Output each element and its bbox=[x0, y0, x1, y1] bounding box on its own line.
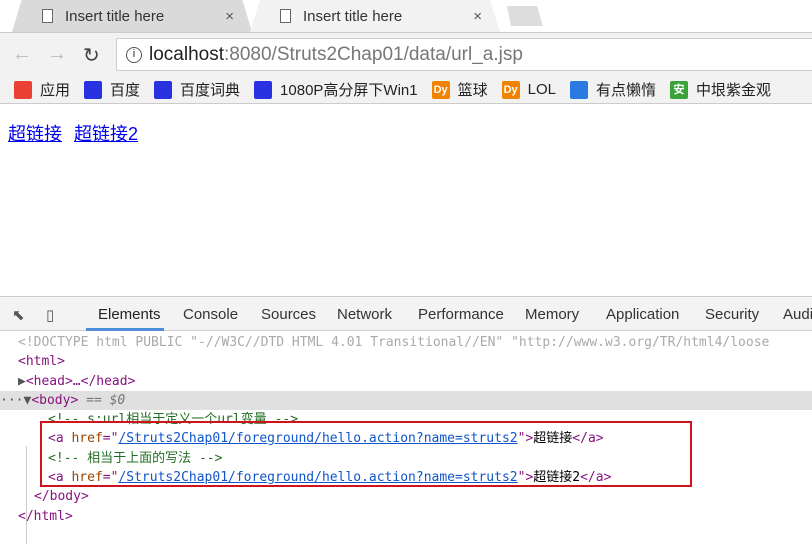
active-tab-indicator bbox=[86, 328, 164, 331]
bookmark-item[interactable]: Dy 篮球 bbox=[431, 79, 488, 100]
document-icon bbox=[42, 9, 53, 23]
bookmark-item[interactable]: 有点懒惰 bbox=[569, 79, 656, 100]
tab-title: Insert title here bbox=[303, 7, 403, 25]
bookmark-item[interactable]: 应用 bbox=[14, 79, 70, 100]
highlight-box bbox=[40, 421, 692, 487]
bookmarks-bar: 应用 百度 百度词典 1080P高分屏下Win1 Dy 篮球 Dy LOL 有点懒惰安中垠紫金观 bbox=[0, 76, 812, 104]
doctype-line[interactable]: <!DOCTYPE html PUBLIC "-//W3C//DTD HTML … bbox=[18, 333, 812, 352]
expand-triangle-icon[interactable]: ▶ bbox=[18, 374, 26, 389]
bookmark-label: 篮球 bbox=[457, 82, 488, 99]
close-tab-icon[interactable]: × bbox=[473, 8, 482, 25]
devtools-tab-sources[interactable]: Sources bbox=[261, 306, 316, 323]
bookmark-item[interactable]: 百度 bbox=[84, 79, 140, 100]
bookmark-label: 有点懒惰 bbox=[595, 82, 656, 99]
circle-icon bbox=[569, 80, 588, 99]
devtools-tab-audi[interactable]: Audi bbox=[783, 306, 812, 323]
devtools-tab-elements[interactable]: Elements bbox=[98, 306, 161, 323]
document-icon bbox=[280, 9, 291, 23]
dy-icon: Dy bbox=[431, 80, 450, 99]
devtools-tab-application[interactable]: Application bbox=[606, 306, 679, 323]
tab-strip: Insert title here × Insert title here × bbox=[0, 0, 812, 32]
tab-title: Insert title here bbox=[65, 7, 165, 25]
bookmark-label: 中垠紫金观 bbox=[696, 82, 772, 99]
body-close-line[interactable]: </body> bbox=[34, 487, 812, 506]
bookmark-item[interactable]: 百度词典 bbox=[154, 79, 240, 100]
tree-guide bbox=[26, 446, 27, 544]
bookmark-label: 1080P高分屏下Win1 bbox=[280, 82, 418, 99]
devtools-panel: ⬉ ▯ Elements Console Sources Network Perform… bbox=[0, 296, 812, 545]
toolbar: ← → ↻ i localhost:8080/Struts2Chap01/dat… bbox=[0, 32, 812, 76]
forward-icon[interactable]: → bbox=[47, 43, 67, 66]
browser-tab-active[interactable]: Insert title here × bbox=[250, 0, 500, 32]
link-1[interactable]: 超链接 bbox=[8, 120, 62, 146]
head-line[interactable]: ▶<head>…</head> bbox=[18, 372, 812, 391]
baidu-paw-icon bbox=[154, 80, 173, 99]
close-tab-icon[interactable]: × bbox=[225, 8, 234, 25]
more-dots-icon[interactable]: ··· bbox=[0, 393, 23, 408]
new-tab-button[interactable] bbox=[507, 6, 543, 26]
inspect-element-icon[interactable]: ⬉ bbox=[12, 306, 25, 324]
info-icon[interactable]: i bbox=[126, 47, 142, 63]
devtools-tab-performance[interactable]: Performance bbox=[418, 306, 504, 323]
an-icon: 安 bbox=[670, 80, 688, 99]
bookmark-item[interactable]: 安中垠紫金观 bbox=[670, 79, 771, 100]
baidu-paw-icon bbox=[254, 80, 273, 99]
address-bar[interactable]: i localhost:8080/Struts2Chap01/data/url_… bbox=[116, 38, 812, 71]
html-open-line[interactable]: <html> bbox=[18, 352, 812, 371]
reload-icon[interactable]: ↻ bbox=[83, 43, 100, 68]
body-line-selected[interactable]: ···▼<body> == $0 bbox=[0, 391, 812, 410]
devtools-tab-network[interactable]: Network bbox=[337, 306, 392, 323]
devtools-tab-console[interactable]: Console bbox=[183, 306, 238, 323]
bookmark-label: 百度词典 bbox=[180, 82, 241, 99]
bookmark-label: LOL bbox=[527, 81, 556, 98]
back-icon[interactable]: ← bbox=[12, 43, 32, 66]
browser-tab[interactable]: Insert title here × bbox=[12, 0, 252, 32]
bookmark-item[interactable]: 1080P高分屏下Win1 bbox=[254, 79, 418, 100]
bookmark-label: 百度 bbox=[110, 82, 141, 99]
page-content: 超链接 超链接2 bbox=[0, 104, 812, 296]
devtools-tab-security[interactable]: Security bbox=[705, 306, 759, 323]
baidu-paw-icon bbox=[84, 80, 103, 99]
html-close-line[interactable]: </html> bbox=[18, 507, 812, 526]
bookmark-item[interactable]: Dy LOL bbox=[501, 80, 556, 99]
apps-grid-icon bbox=[14, 80, 32, 99]
devtools-tab-bar: ⬉ ▯ Elements Console Sources Network Perform… bbox=[0, 297, 812, 331]
link-2[interactable]: 超链接2 bbox=[74, 120, 138, 146]
devtools-tab-memory[interactable]: Memory bbox=[525, 306, 579, 323]
device-toolbar-icon[interactable]: ▯ bbox=[46, 306, 54, 324]
bookmark-label: 应用 bbox=[40, 82, 71, 99]
dy-icon: Dy bbox=[501, 80, 520, 99]
